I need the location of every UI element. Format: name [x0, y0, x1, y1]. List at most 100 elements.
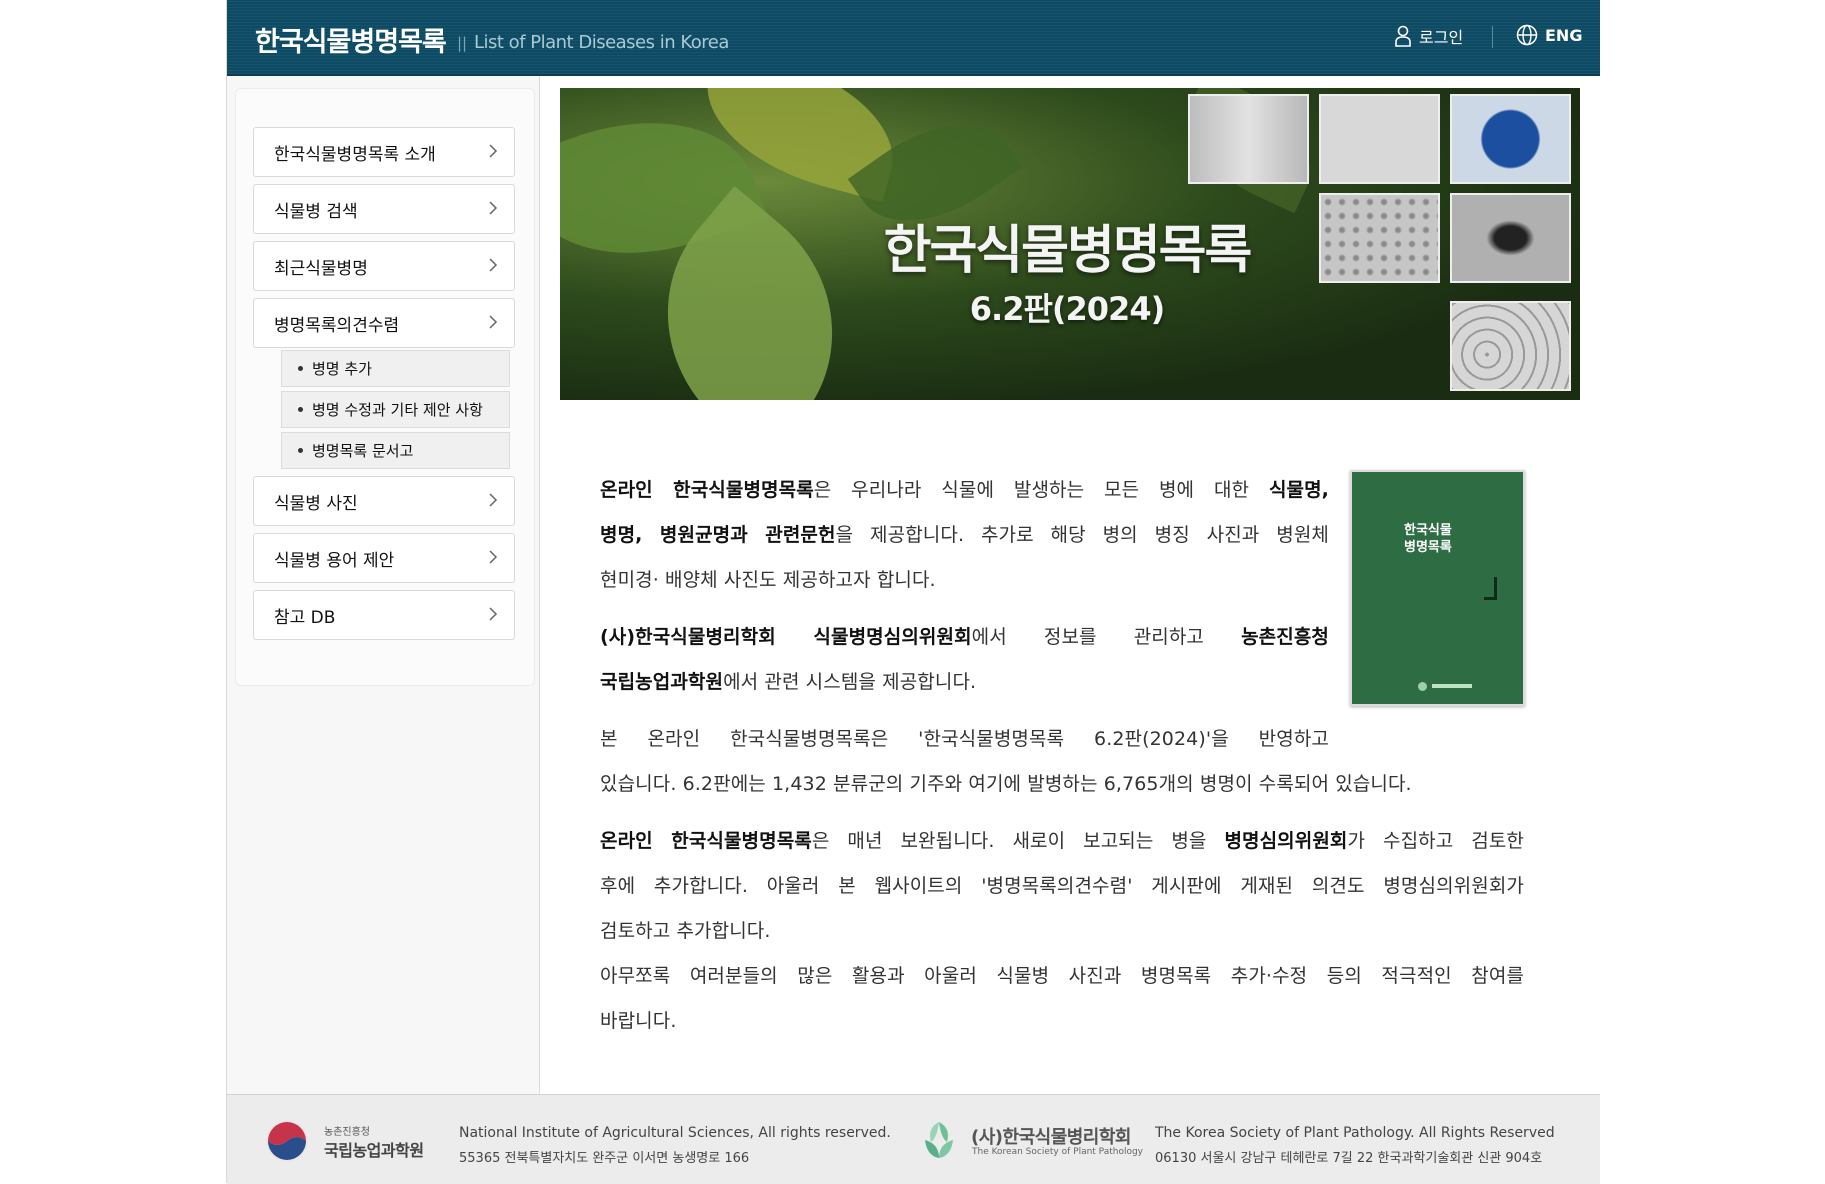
sidebar-item-opinions[interactable]: 병명목록의견수렴 [253, 298, 515, 348]
sidebar-item-photos[interactable]: 식물병 사진 [253, 476, 515, 526]
intro-text: 바랍니다. [600, 1010, 677, 1032]
intro-text: 가 수집하고 검토한 [1347, 830, 1524, 852]
chevron-right-icon [489, 550, 498, 564]
banner-title: 한국식물병명목록 [883, 221, 1253, 281]
emblem-icon [266, 1120, 308, 1162]
sidebar-item-recent[interactable]: 최근식물병명 [253, 241, 515, 291]
intro-text: 은 매년 보완됩니다. 새로이 보고되는 병을 [811, 830, 1225, 852]
intro-text: 은 우리나라 식물에 발생하는 모든 병에 대한 [813, 479, 1269, 501]
page: 한국식물병명목록 || List of Plant Diseases in Ko… [226, 0, 1601, 1184]
sidebar-item-reference-db[interactable]: 참고 DB [253, 590, 515, 640]
intro-line: 온라인 한국식물병명목록은 우리나라 식물에 발생하는 모든 병에 대한 식물명… [600, 468, 1329, 513]
site-header: 한국식물병명목록 || List of Plant Diseases in Ko… [227, 0, 1600, 76]
footer-org1-name: 국립농업과학원 [324, 1141, 424, 1160]
intro-text: 검토하고 추가합니다. [600, 920, 771, 942]
header-divider [1492, 26, 1493, 48]
sidebar-item-label: 참고 DB [274, 607, 336, 628]
intro-text: 현미경· 배양체 사진도 제공하고자 합니다. [600, 569, 936, 591]
sidebar-item-label: 한국식물병명목록 소개 [274, 144, 436, 165]
footer-org1-copyright: National Institute of Agricultural Scien… [459, 1125, 891, 1141]
footer-org2-english: The Korean Society of Plant Pathology [972, 1147, 1143, 1157]
chevron-right-icon [489, 144, 498, 158]
main-content: 한국식물병명목록 6.2판(2024) 한국식물 병명목록 온라인 한국식물병명… [539, 76, 1601, 1094]
sidebar-item-label: 식물병 사진 [274, 493, 358, 514]
intro-line: (사)한국식물병리학회 식물병명심의위원회에서 정보를 관리하고 농촌진흥청 [600, 615, 1329, 660]
bullet-icon [298, 407, 303, 412]
globe-icon [1516, 24, 1538, 46]
thumbnail-stained-cell [1450, 94, 1571, 184]
site-footer: 농촌진흥청 국립농업과학원 National Institute of Agri… [227, 1094, 1600, 1184]
login-label: 로그인 [1419, 28, 1464, 47]
society-logo-icon [925, 1122, 953, 1158]
thumbnail-spores [1188, 94, 1309, 184]
sidebar-item-label: 식물병 검색 [274, 201, 358, 222]
intro-bold: 농촌진흥청 [1241, 626, 1329, 648]
intro-bold: (사)한국식물병리학회 식물병명심의위원회 [600, 626, 972, 648]
footer-org2-address: 06130 서울시 강남구 테헤란로 7길 22 한국과학기술회관 신관 904… [1155, 1151, 1543, 1166]
chevron-right-icon [489, 315, 498, 329]
sub-item-add-disease[interactable]: 병명 추가 [281, 350, 510, 387]
intro-text: 을 제공합니다. 추가로 해당 병의 병징 사진과 병원체 [835, 524, 1329, 546]
book-publisher-name [1432, 684, 1472, 688]
login-link[interactable]: 로그인 [1395, 24, 1463, 48]
intro-text: 후에 추가합니다. 아울러 본 웹사이트의 '병명목록의견수렴' 게시판에 게재… [600, 875, 1524, 897]
site-logo-english[interactable]: List of Plant Diseases in Korea [474, 32, 729, 53]
sub-item-label: 병명 수정과 기타 제안 사항 [312, 401, 483, 419]
intro-line: 국립농업과학원에서 관련 시스템을 제공합니다. [600, 660, 1329, 705]
intro-line: 병명, 병원균명과 관련문헌을 제공합니다. 추가로 해당 병의 병징 사진과 … [600, 513, 1329, 558]
user-icon [1395, 25, 1411, 47]
thumbnail-fungal-hyphae [1450, 301, 1571, 391]
language-label: ENG [1545, 25, 1583, 45]
book-publisher-logo [1418, 682, 1427, 691]
intro-line: 본 온라인 한국식물병명목록은 '한국식물병명목록 6.2판(2024)'을 반… [600, 717, 1329, 762]
intro-line: 후에 추가합니다. 아울러 본 웹사이트의 '병명목록의견수렴' 게시판에 게재… [600, 864, 1524, 909]
sub-item-archive[interactable]: 병명목록 문서고 [281, 432, 510, 469]
banner-subtitle: 6.2판(2024) [969, 290, 1165, 328]
intro-text: 에서 정보를 관리하고 [971, 626, 1242, 648]
sidebar-item-label: 최근식물병명 [274, 258, 368, 279]
intro-line: 바랍니다. [600, 999, 1524, 1044]
book-corner-mark [1484, 577, 1497, 600]
sidebar-item-label: 병명목록의견수렴 [274, 315, 400, 336]
intro-line: 현미경· 배양체 사진도 제공하고자 합니다. [600, 558, 1329, 603]
footer-org2-name: (사)한국식물병리학회 [971, 1127, 1132, 1148]
bullet-icon [298, 366, 303, 371]
intro-bold: 온라인 한국식물병명목록 [600, 830, 812, 852]
book-cover-image: 한국식물 병명목록 [1350, 470, 1525, 706]
intro-line: 아무쪼록 여러분들의 많은 활용과 아울러 식물병 사진과 병명목록 추가·수정… [600, 954, 1524, 999]
sidebar: 한국식물병명목록 소개 식물병 검색 최근식물병명 병명목록의견수렴 병명 추가… [235, 88, 535, 686]
intro-bold: 온라인 한국식물병명목록 [600, 479, 814, 501]
footer-org2-copyright: The Korea Society of Plant Pathology. Al… [1155, 1125, 1555, 1141]
intro-line: 있습니다. 6.2판에는 1,432 분류군의 기주와 여기에 발병하는 6,7… [600, 762, 1530, 807]
sub-item-label: 병명목록 문서고 [312, 442, 414, 460]
intro-bold: 국립농업과학원 [600, 671, 724, 693]
logo-separator: || [457, 34, 468, 52]
book-title: 한국식물 병명목록 [1404, 522, 1452, 556]
chevron-right-icon [489, 201, 498, 215]
intro-text: 아무쪼록 여러분들의 많은 활용과 아울러 식물병 사진과 병명목록 추가·수정… [600, 965, 1524, 987]
sidebar-item-search[interactable]: 식물병 검색 [253, 184, 515, 234]
intro-text: 본 온라인 한국식물병명목록은 '한국식물병명목록 6.2판(2024)'을 반… [600, 728, 1329, 750]
intro-text: 있습니다. 6.2판에는 1,432 분류군의 기주와 여기에 발병하는 6,7… [600, 773, 1412, 795]
footer-org1-address: 55365 전북특별자치도 완주군 이서면 농생명로 166 [459, 1151, 750, 1166]
sidebar-item-terms[interactable]: 식물병 용어 제안 [253, 533, 515, 583]
intro-bold: 병명, 병원균명과 관련문헌 [600, 524, 836, 546]
book-title-line: 병명목록 [1404, 540, 1452, 555]
intro-bold: 병명심의위원회 [1224, 830, 1348, 852]
intro-line: 검토하고 추가합니다. [600, 909, 1524, 954]
sidebar-item-intro[interactable]: 한국식물병명목록 소개 [253, 127, 515, 177]
chevron-right-icon [489, 493, 498, 507]
intro-text: 에서 관련 시스템을 제공합니다. [723, 671, 977, 693]
thumbnail-bacterium [1450, 193, 1571, 283]
sub-item-label: 병명 추가 [312, 360, 372, 378]
intro-bold: 식물명, [1268, 479, 1329, 501]
intro-line: 온라인 한국식물병명목록은 매년 보완됩니다. 새로이 보고되는 병을 병명심의… [600, 819, 1524, 864]
sub-item-edit-suggestion[interactable]: 병명 수정과 기타 제안 사항 [281, 391, 510, 428]
chevron-right-icon [489, 258, 498, 272]
sidebar-item-label: 식물병 용어 제안 [274, 550, 395, 571]
site-logo[interactable]: 한국식물병명목록 [255, 20, 447, 59]
language-switch[interactable]: ENG [1516, 24, 1582, 46]
footer-org1-small: 농촌진흥청 [324, 1127, 370, 1138]
thumbnail-virus-particles [1319, 193, 1440, 283]
thumbnail-nematode [1319, 94, 1440, 184]
